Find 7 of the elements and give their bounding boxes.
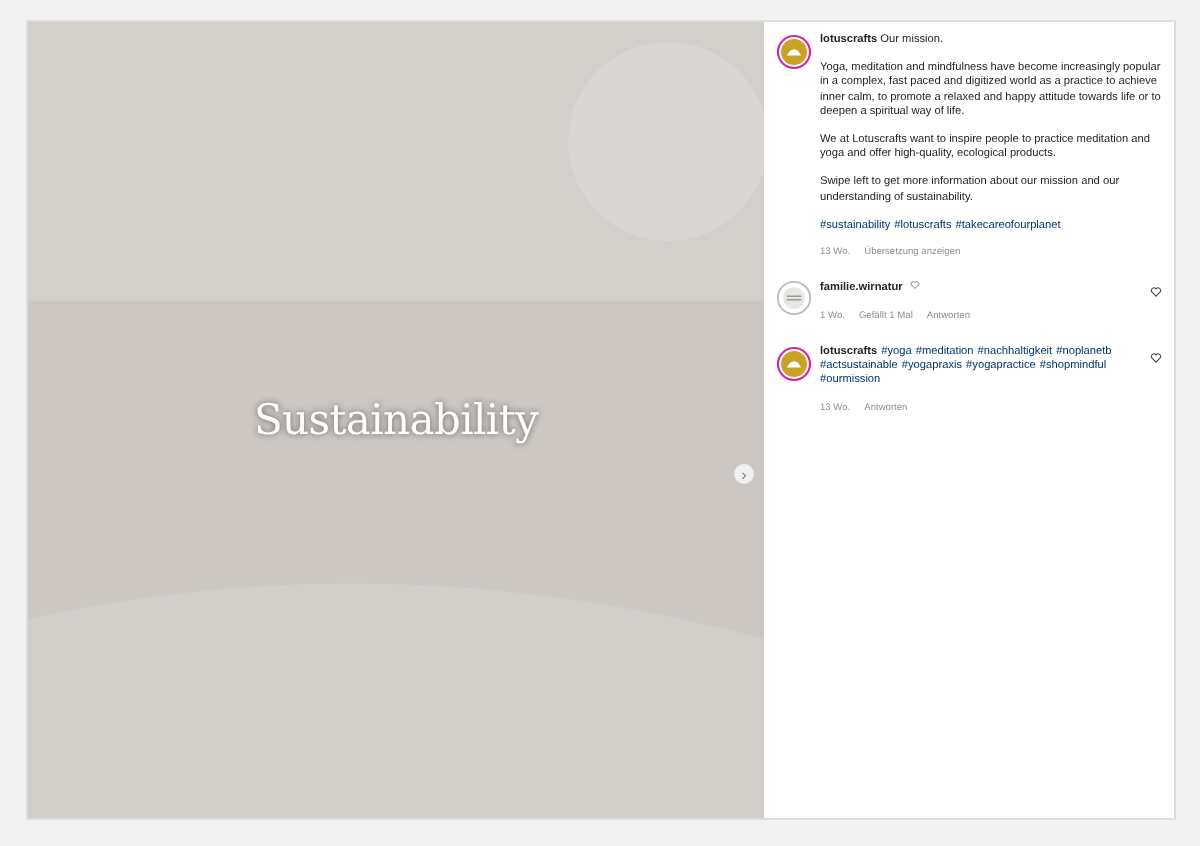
slide-title: Sustainability — [253, 396, 539, 444]
avatar-icon — [776, 280, 812, 317]
avatar-icon — [776, 345, 812, 382]
heart-icon — [910, 280, 921, 291]
like-heart-icon[interactable] — [1150, 351, 1162, 364]
avatar-icon — [776, 34, 812, 70]
like-heart-icon[interactable] — [1150, 286, 1162, 299]
